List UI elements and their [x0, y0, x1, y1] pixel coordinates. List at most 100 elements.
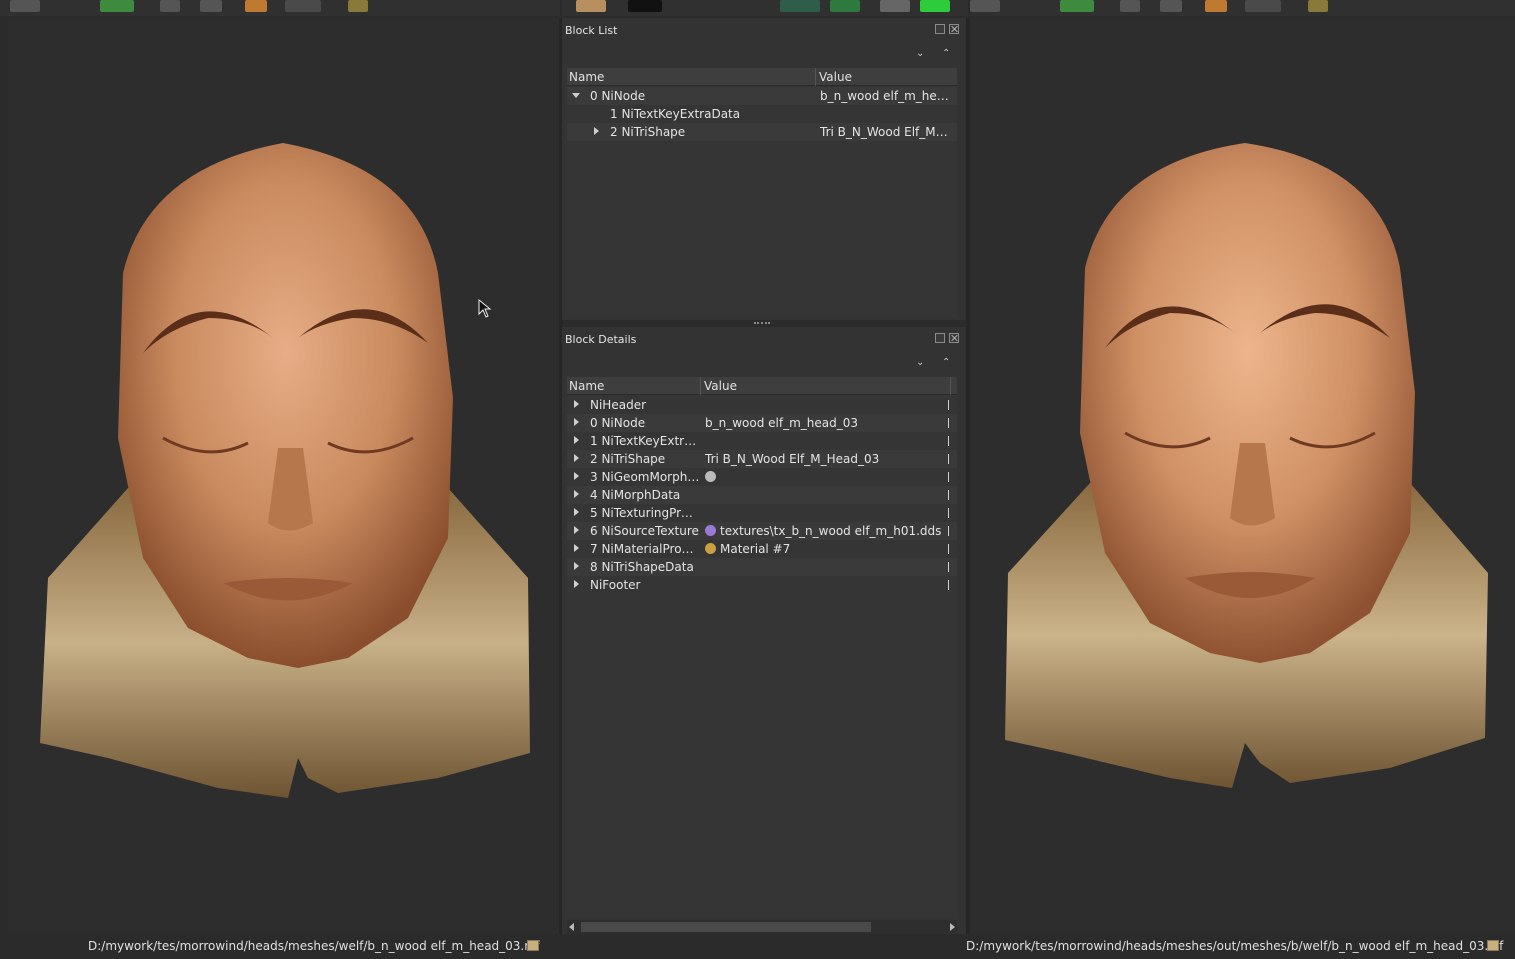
- row-edge-marker: [948, 562, 949, 572]
- row-edge-marker: [948, 580, 949, 590]
- green-box-icon[interactable]: [920, 0, 950, 12]
- row-edge-marker: [948, 400, 949, 410]
- flag-icon: [705, 471, 716, 482]
- expand-arrow-icon[interactable]: [574, 562, 579, 570]
- sphere-icon[interactable]: [200, 0, 222, 12]
- tree-row[interactable]: 3 NiGeomMorpher...: [567, 468, 957, 486]
- collapse-arrow-icon[interactable]: [572, 93, 580, 98]
- head-model: [40, 143, 530, 798]
- row-edge-marker: [948, 436, 949, 446]
- file-icon[interactable]: [1487, 940, 1499, 951]
- name-column-header[interactable]: Name: [569, 70, 604, 84]
- head-model: [1005, 143, 1488, 788]
- close-icon[interactable]: [949, 24, 959, 34]
- row-edge-marker: [948, 526, 949, 536]
- light-icon[interactable]: [160, 0, 180, 12]
- texture-icon: [705, 525, 716, 536]
- expand-all-icon[interactable]: ⌄: [916, 357, 924, 368]
- center-toolbar: [562, 0, 968, 16]
- expand-arrow-icon[interactable]: [574, 436, 579, 444]
- grid-icon[interactable]: [1245, 0, 1281, 12]
- value-column-header[interactable]: Value: [819, 70, 852, 84]
- tree-row[interactable]: 0 NiNode b_n_wood elf_m_head_03: [567, 414, 957, 432]
- render-mode-icon[interactable]: [10, 0, 40, 12]
- expand-arrow-icon[interactable]: [574, 526, 579, 534]
- expand-all-icon[interactable]: ⌄: [916, 48, 924, 59]
- panel-title: Block List: [565, 24, 618, 37]
- float-icon[interactable]: [935, 24, 945, 34]
- scroll-left-icon[interactable]: [569, 923, 574, 931]
- horizontal-scrollbar[interactable]: [567, 920, 957, 934]
- panel-title: Block Details: [565, 333, 637, 346]
- block-details-panel: Block Details ⌄ ⌃ Name Value NiHeader 0 N…: [562, 327, 968, 934]
- tree-row[interactable]: 0 NiNode b_n_wood elf_m_head_03: [567, 87, 957, 105]
- grid-icon[interactable]: [285, 0, 321, 12]
- row-edge-marker: [948, 490, 949, 500]
- grey-box-icon[interactable]: [880, 0, 910, 12]
- brush-icon[interactable]: [245, 0, 267, 12]
- expand-arrow-icon[interactable]: [574, 508, 579, 516]
- tree-row[interactable]: 6 NiSourceTexture textures\tx_b_n_wood el…: [567, 522, 957, 540]
- left-status-bar: D:/mywork/tes/morrowind/heads/meshes/wel…: [0, 934, 560, 959]
- expand-arrow-icon[interactable]: [574, 454, 579, 462]
- block-details-tree[interactable]: Name Value NiHeader 0 NiNode b_n_wood elf_…: [567, 377, 957, 917]
- scroll-right-icon[interactable]: [950, 923, 955, 931]
- mouse-cursor-icon: [478, 299, 492, 318]
- open-icon[interactable]: [576, 0, 606, 12]
- row-edge-marker: [948, 418, 949, 428]
- block-list-tree[interactable]: Name Value 0 NiNode b_n_wood elf_m_head_…: [567, 68, 957, 318]
- row-edge-marker: [948, 544, 949, 554]
- expand-arrow-icon[interactable]: [574, 418, 579, 426]
- tree-row[interactable]: NiFooter: [567, 576, 957, 594]
- axis-icon[interactable]: [100, 0, 134, 12]
- expand-arrow-icon[interactable]: [574, 472, 579, 480]
- tree-row[interactable]: 2 NiTriShape Tri B_N_Wood Elf_M_Head_03: [567, 450, 957, 468]
- tree-row[interactable]: NiHeader: [567, 396, 957, 414]
- expand-arrow-icon[interactable]: [594, 127, 599, 135]
- right-3d-viewport[interactable]: [970, 18, 1515, 934]
- expand-arrow-icon[interactable]: [574, 580, 579, 588]
- collapse-all-icon[interactable]: ⌃: [942, 48, 950, 59]
- file-path-label: D:/mywork/tes/morrowind/heads/meshes/out…: [966, 939, 1504, 953]
- value-column-header[interactable]: Value: [704, 379, 737, 393]
- tree-row[interactable]: 5 NiTexturingProp...: [567, 504, 957, 522]
- expand-arrow-icon[interactable]: [574, 544, 579, 552]
- color-icon[interactable]: [628, 0, 662, 12]
- left-toolbar: [0, 0, 560, 16]
- tree-row[interactable]: 1 NiTextKeyExtraData: [567, 105, 957, 123]
- expand-arrow-icon[interactable]: [574, 490, 579, 498]
- axis-icon[interactable]: [1060, 0, 1094, 12]
- panel-resize-grip[interactable]: [754, 322, 770, 324]
- tree-row[interactable]: 1 NiTextKeyExtraD...: [567, 432, 957, 450]
- right-status-bar: D:/mywork/tes/morrowind/heads/meshes/out…: [966, 934, 1515, 959]
- bulb-icon[interactable]: [348, 0, 368, 12]
- file-icon[interactable]: [527, 940, 539, 951]
- tree-header: Name Value: [567, 68, 957, 86]
- expand-arrow-icon[interactable]: [574, 400, 579, 408]
- shader-icon[interactable]: [780, 0, 820, 12]
- name-column-header[interactable]: Name: [569, 379, 604, 393]
- skin-icon[interactable]: [830, 0, 860, 12]
- float-icon[interactable]: [935, 333, 945, 343]
- light-icon[interactable]: [1120, 0, 1140, 12]
- brush-icon[interactable]: [1205, 0, 1227, 12]
- material-icon: [705, 543, 716, 554]
- row-edge-marker: [948, 508, 949, 518]
- scroll-thumb[interactable]: [581, 922, 871, 932]
- tree-header: Name Value: [567, 377, 957, 395]
- row-edge-marker: [948, 454, 949, 464]
- tree-row[interactable]: 4 NiMorphData: [567, 486, 957, 504]
- row-edge-marker: [948, 472, 949, 482]
- tree-row[interactable]: 7 NiMaterialPropertyMaterial #7: [567, 540, 957, 558]
- left-3d-viewport[interactable]: [8, 18, 560, 934]
- render-mode-icon[interactable]: [970, 0, 1000, 12]
- tree-row[interactable]: 8 NiTriShapeData: [567, 558, 957, 576]
- block-list-panel: Block List ⌄ ⌃ Name Value 0 NiNode b_n_w…: [562, 18, 968, 324]
- sphere-icon[interactable]: [1160, 0, 1182, 12]
- file-path-label: D:/mywork/tes/morrowind/heads/meshes/wel…: [88, 939, 540, 953]
- bulb-icon[interactable]: [1308, 0, 1328, 12]
- collapse-all-icon[interactable]: ⌃: [942, 357, 950, 368]
- tree-row[interactable]: 2 NiTriShape Tri B_N_Wood Elf_M_H...: [567, 123, 957, 141]
- right-toolbar: [970, 0, 1515, 16]
- close-icon[interactable]: [949, 333, 959, 343]
